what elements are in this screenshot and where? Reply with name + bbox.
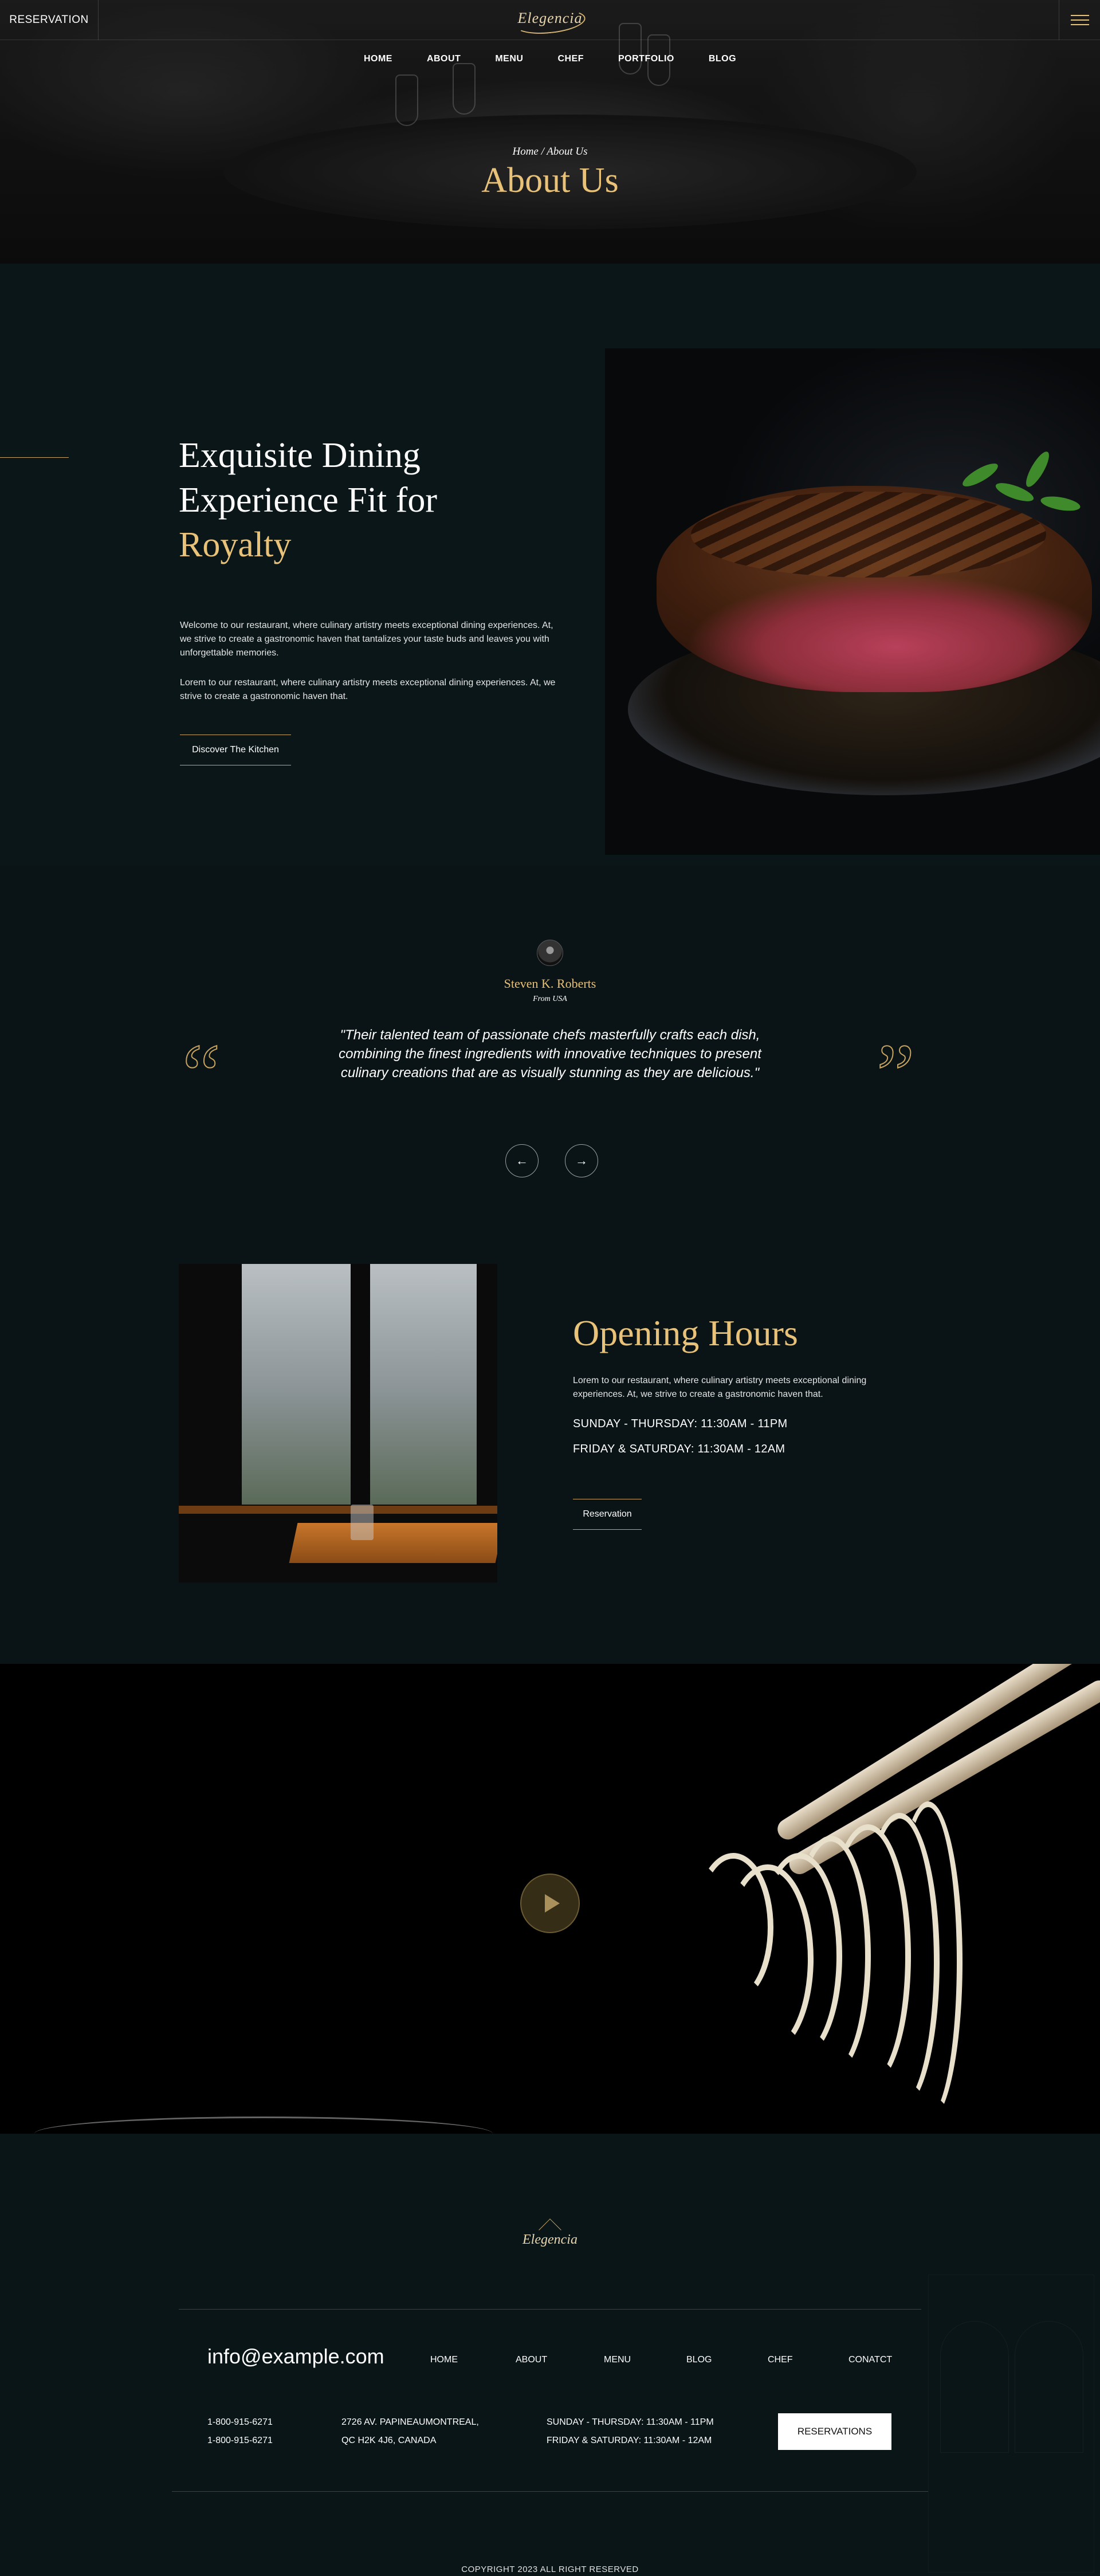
testimonial-origin: From USA [533,995,567,1003]
avatar [537,940,563,966]
about-paragraph-2: Lorem to our restaurant, where culinary … [180,678,556,701]
about-title-line3: Royalty [179,525,292,564]
window-pane [368,1264,477,1505]
footer-nav-home[interactable]: HOME [430,2355,458,2365]
about-title: Exquisite Dining Experience Fit for Roya… [179,433,580,567]
decorative-line [0,457,69,458]
hours-weekday: SUNDAY - THURSDAY: 11:30AM - 11PM [573,1417,788,1430]
about-title-line2: Experience Fit for [179,481,438,520]
footer-divider-bottom [172,2491,928,2492]
footer-nav-about[interactable]: ABOUT [516,2355,547,2365]
cafe-window-image [179,1264,497,1582]
phone-2[interactable]: 1-800-915-6271 [207,2432,273,2450]
window-pane [242,1264,356,1505]
footer-hours-2: FRIDAY & SATURDAY: 11:30AM - 12AM [547,2436,712,2445]
reservations-button[interactable]: RESERVATIONS [778,2413,891,2450]
nav-chef[interactable]: CHEF [540,54,601,71]
opening-hours-paragraph: Lorem to our restaurant, where culinary … [573,1376,867,1399]
top-bar: RESERVATION Elegencia [0,0,1100,40]
footer-email[interactable]: info@example.com [207,2345,384,2369]
footer-divider [179,2309,921,2310]
table-shape [289,1523,497,1563]
main-nav: HOME ABOUT MENU CHEF PORTFOLIO BLOG [0,54,1100,71]
herb-shape [960,459,1001,491]
steak-image [605,348,1100,855]
address-line-1: 2726 AV. PAPINEAUMONTREAL, [341,2417,479,2427]
herb-shape [1039,494,1082,513]
noodle-shape [894,1801,962,2122]
footer-phone: 1-800-915-6271 1-800-915-6271 [207,2413,273,2450]
footer-nav-contact[interactable]: CONATCT [848,2355,892,2365]
footer-logo[interactable]: Elegencia [0,2232,1100,2248]
about-title-line1: Exquisite Dining [179,436,421,475]
coffee-glass-shape [351,1505,374,1540]
footer-hours-1: SUNDAY - THURSDAY: 11:30AM - 11PM [547,2417,714,2427]
opening-hours-title: Opening Hours [573,1313,798,1353]
page-title: About Us [481,161,619,200]
footer-nav-chef[interactable]: CHEF [768,2355,793,2365]
close-quote-icon: ” [876,1027,916,1122]
testimonial-quote: "Their talented team of passionate chefs… [339,1027,761,1081]
footer-nav-menu[interactable]: MENU [604,2355,631,2365]
nav-portfolio[interactable]: PORTFOLIO [601,54,692,71]
nav-about[interactable]: ABOUT [410,54,478,71]
footer-nav-blog[interactable]: BLOG [686,2355,712,2365]
menu-hamburger-icon[interactable] [1059,0,1100,40]
play-icon[interactable] [520,1874,580,1933]
footer-address: 2726 AV. PAPINEAUMONTREAL, QC H2K 4J6, C… [341,2413,479,2450]
copyright-text: COPYRIGHT 2023 ALL RIGHT RESERVED [461,2565,639,2574]
hours-weekend: FRIDAY & SATURDAY: 11:30AM - 12AM [573,1443,785,1455]
open-quote-icon: “ [182,1027,221,1122]
window-rail [179,1506,497,1514]
address-line-2: QC H2K 4J6, CANADA [341,2436,437,2445]
herb-shape [1022,449,1054,490]
nav-menu[interactable]: MENU [478,54,540,71]
window-frame [351,1264,370,1510]
nav-home[interactable]: HOME [347,54,410,71]
phone-1[interactable]: 1-800-915-6271 [207,2413,273,2432]
footer-hours: SUNDAY - THURSDAY: 11:30AM - 11PM FRIDAY… [547,2413,714,2450]
prev-arrow-icon[interactable]: ← [505,1144,539,1177]
steak-char-shape [691,492,1046,578]
reservation-button[interactable]: Reservation [573,1499,642,1530]
breadcrumb: Home / About Us [512,146,588,158]
discover-kitchen-button[interactable]: Discover The Kitchen [180,735,291,765]
reservation-link[interactable]: RESERVATION [0,0,99,40]
about-paragraph-1: Welcome to our restaurant, where culinar… [180,621,553,658]
building-sketch-image [928,2275,1094,2573]
bowl-rim-shape [34,2116,493,2134]
testimonial-name: Steven K. Roberts [504,976,596,991]
site-logo[interactable]: Elegencia [513,6,587,37]
next-arrow-icon[interactable]: → [565,1144,598,1177]
nav-blog[interactable]: BLOG [692,54,753,71]
